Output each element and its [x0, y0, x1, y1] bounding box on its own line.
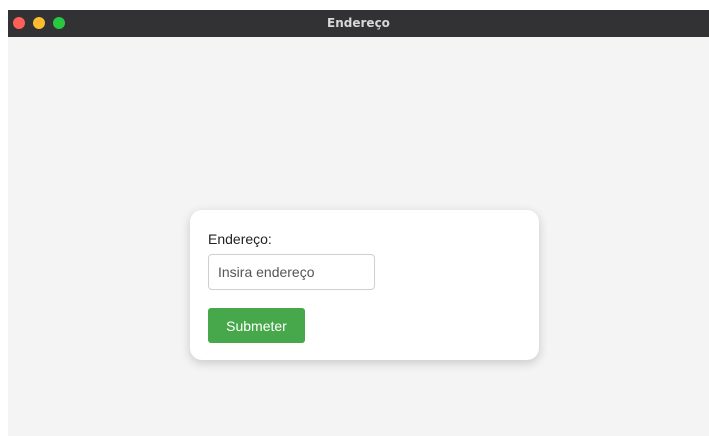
- window-title: Endereço: [327, 16, 390, 30]
- address-form-card: Endereço: Submeter: [190, 210, 539, 360]
- address-label: Endereço:: [208, 231, 272, 247]
- submit-button[interactable]: Submeter: [208, 308, 305, 343]
- app-window: Endereço Endereço: Submeter: [8, 10, 709, 436]
- address-input[interactable]: [208, 254, 375, 290]
- title-bar[interactable]: Endereço: [8, 10, 709, 37]
